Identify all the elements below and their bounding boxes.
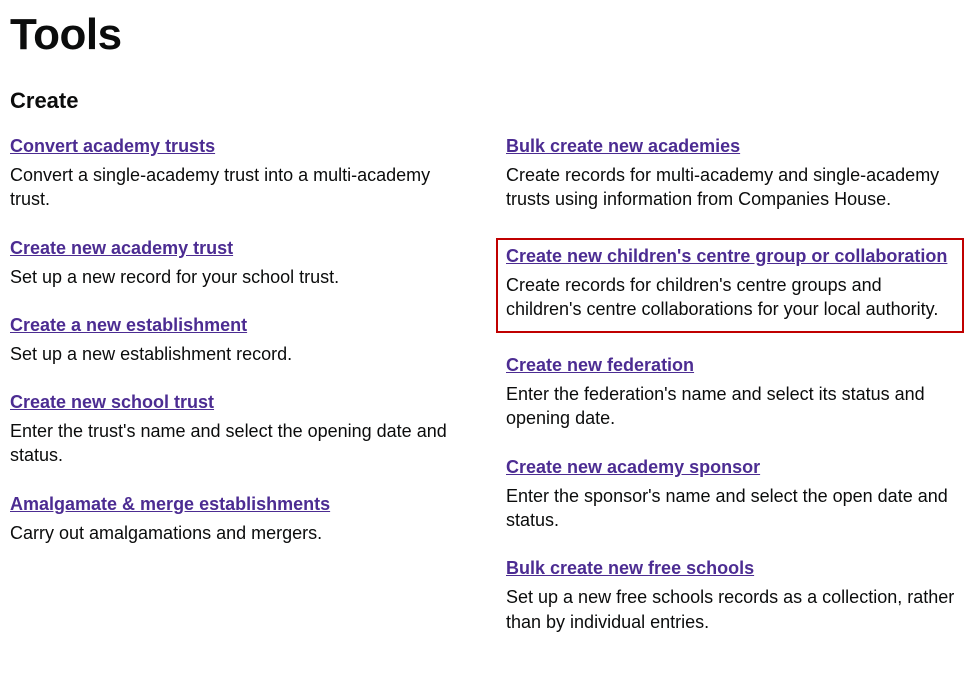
tool-description: Carry out amalgamations and mergers. — [10, 521, 466, 545]
link-create-new-federation[interactable]: Create new federation — [506, 355, 694, 375]
tool-item: Create new school trust Enter the trust'… — [10, 392, 466, 468]
tool-description: Set up a new record for your school trus… — [10, 265, 466, 289]
tool-item: Create a new establishment Set up a new … — [10, 315, 466, 366]
tool-item: Create new academy trust Set up a new re… — [10, 238, 466, 289]
tool-description: Enter the federation's name and select i… — [506, 382, 962, 431]
tools-columns: Convert academy trusts Convert a single-… — [10, 136, 962, 660]
tool-item: Create new federation Enter the federati… — [506, 355, 962, 431]
tool-item: Bulk create new free schools Set up a ne… — [506, 558, 962, 634]
tool-item: Create new academy sponsor Enter the spo… — [506, 457, 962, 533]
link-bulk-create-new-free-schools[interactable]: Bulk create new free schools — [506, 558, 754, 578]
section-heading: Create — [10, 88, 962, 114]
link-bulk-create-new-academies[interactable]: Bulk create new academies — [506, 136, 740, 156]
page-title: Tools — [10, 10, 962, 60]
tool-item: Bulk create new academies Create records… — [506, 136, 962, 212]
link-amalgamate-merge-establishments[interactable]: Amalgamate & merge establishments — [10, 494, 330, 514]
tool-item: Amalgamate & merge establishments Carry … — [10, 494, 466, 545]
left-column: Convert academy trusts Convert a single-… — [10, 136, 466, 660]
link-create-new-establishment[interactable]: Create a new establishment — [10, 315, 247, 335]
tool-item-highlighted: Create new children's centre group or co… — [496, 238, 964, 334]
link-convert-academy-trusts[interactable]: Convert academy trusts — [10, 136, 215, 156]
tool-description: Enter the sponsor's name and select the … — [506, 484, 962, 533]
tool-description: Convert a single-academy trust into a mu… — [10, 163, 466, 212]
tool-description: Set up a new free schools records as a c… — [506, 585, 962, 634]
right-column: Bulk create new academies Create records… — [506, 136, 962, 660]
link-create-new-academy-trust[interactable]: Create new academy trust — [10, 238, 233, 258]
link-create-new-childrens-centre-group[interactable]: Create new children's centre group or co… — [506, 246, 947, 266]
tool-description: Enter the trust's name and select the op… — [10, 419, 466, 468]
link-create-new-academy-sponsor[interactable]: Create new academy sponsor — [506, 457, 760, 477]
tool-description: Create records for children's centre gro… — [506, 273, 954, 322]
tool-description: Create records for multi-academy and sin… — [506, 163, 962, 212]
link-create-new-school-trust[interactable]: Create new school trust — [10, 392, 214, 412]
tool-description: Set up a new establishment record. — [10, 342, 466, 366]
tool-item: Convert academy trusts Convert a single-… — [10, 136, 466, 212]
